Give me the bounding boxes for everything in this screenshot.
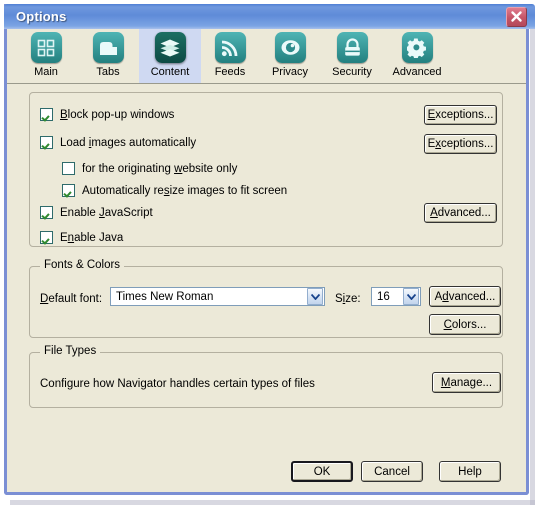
manage-label: Manage... [440,376,493,389]
exceptions-images-button[interactable]: Exceptions... [424,134,497,154]
chevron-down-icon[interactable] [403,288,419,305]
window-titlebar: Options [4,4,535,29]
default-font-select[interactable]: Times New Roman [110,287,325,306]
rss-waves-icon [214,32,246,63]
fonts-colors-legend: Fonts & Colors [40,259,125,271]
checkbox-row-originating-site[interactable]: for the originating website only [62,162,237,175]
exceptions-popups-button[interactable]: Exceptions... [424,105,497,125]
dialog-body: Block pop-up windows Load images automat… [7,84,526,489]
tab-content[interactable]: Content [139,29,201,83]
checkbox-enable-javascript[interactable] [40,206,53,219]
font-size-label: Size: [335,293,361,305]
gear-icon [401,32,433,63]
checkbox-label-block-popups: Block pop-up windows [60,108,175,121]
checkbox-label-enable-java: Enable Java [60,231,124,244]
checkbox-label-enable-javascript: Enable JavaScript [60,206,153,219]
tab-label-security: Security [332,66,372,78]
stacked-pages-icon [154,32,186,63]
checkbox-row-block-popups[interactable]: Block pop-up windows [40,108,174,121]
colors-button[interactable]: Colors... [429,314,501,335]
eye-icon [274,32,306,63]
tab-label-content: Content [150,66,190,78]
grid-squares-icon [30,32,62,63]
default-font-label: Default font: [40,293,103,305]
file-types-description: Configure how Navigator handles certain … [40,378,315,390]
ok-button[interactable]: OK [291,461,353,482]
checkbox-row-enable-java[interactable]: Enable Java [40,231,123,244]
tab-page-icon [92,32,124,63]
checkbox-resize-images[interactable] [62,184,75,197]
padlock-icon [336,32,368,63]
font-size-value: 16 [377,290,390,303]
window-shadow-bottom [10,500,535,505]
checkbox-originating-site[interactable] [62,162,75,175]
tab-security[interactable]: Security [321,29,383,83]
checkbox-load-images[interactable] [40,136,53,149]
checkbox-label-load-images: Load images automatically [60,136,197,149]
options-window: Main Tabs Content Feeds Privacy Security… [4,4,529,495]
font-size-select[interactable]: 16 [371,287,421,306]
ok-label: OK [313,465,331,478]
advanced-javascript-button[interactable]: Advanced... [424,203,497,223]
help-button[interactable]: Help [439,461,501,482]
tab-tabs[interactable]: Tabs [77,29,139,83]
tab-feeds[interactable]: Feeds [201,29,259,83]
default-font-value: Times New Roman [116,290,214,303]
checkbox-row-enable-javascript[interactable]: Enable JavaScript [40,206,153,219]
window-title: Options [16,9,67,24]
checkbox-row-load-images[interactable]: Load images automatically [40,136,196,149]
tab-toolbar: Main Tabs Content Feeds Privacy Security… [7,29,526,84]
checkbox-block-popups[interactable] [40,108,53,121]
tab-label-tabs: Tabs [96,66,120,78]
checkbox-row-resize-images[interactable]: Automatically resize images to fit scree… [62,184,287,197]
manage-file-types-button[interactable]: Manage... [432,372,501,393]
help-label: Help [458,465,482,478]
advanced-javascript-label: Advanced... [430,207,491,219]
exceptions-images-label: Exceptions... [427,138,494,150]
checkbox-label-resize-images: Automatically resize images to fit scree… [82,184,288,197]
tab-label-feeds: Feeds [214,66,246,78]
cancel-button[interactable]: Cancel [361,461,423,482]
checkbox-enable-java[interactable] [40,231,53,244]
window-shadow-right [530,10,535,505]
tab-label-advanced: Advanced [392,66,442,78]
checkbox-label-originating-site: for the originating website only [82,162,238,175]
close-icon[interactable] [506,7,527,27]
tab-label-privacy: Privacy [271,66,309,78]
tab-main[interactable]: Main [15,29,77,83]
tab-label-main: Main [34,66,58,78]
options-dialog-screen: Main Tabs Content Feeds Privacy Security… [0,0,539,507]
fonts-advanced-button[interactable]: Advanced... [429,286,501,307]
tab-advanced[interactable]: Advanced [383,29,451,83]
cancel-label: Cancel [374,465,410,478]
colors-label: Colors... [443,318,487,331]
tab-privacy[interactable]: Privacy [259,29,321,83]
fonts-advanced-label: Advanced... [434,290,496,303]
file-types-legend: File Types [40,345,101,357]
exceptions-popups-label: Exceptions... [427,109,494,121]
chevron-down-icon[interactable] [307,288,323,305]
